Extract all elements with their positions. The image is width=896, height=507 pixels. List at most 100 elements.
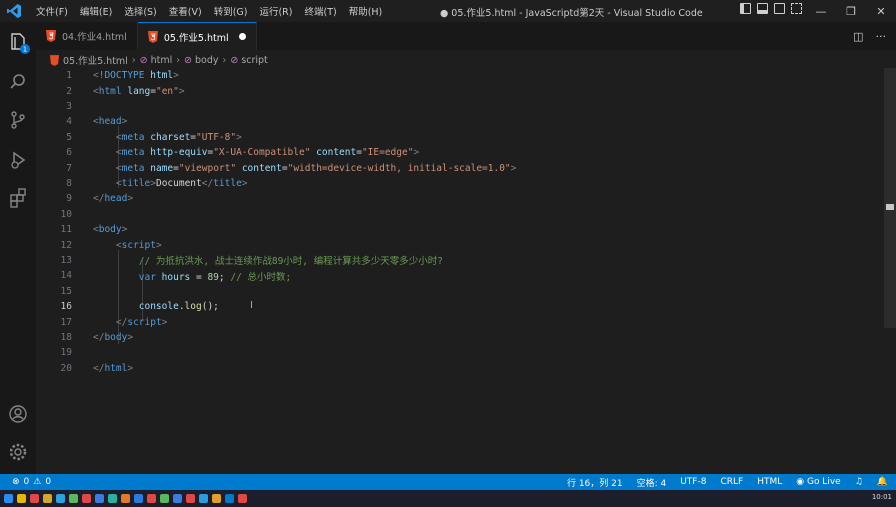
language-mode[interactable]: HTML (757, 477, 782, 487)
breadcrumb-script[interactable]: script (241, 55, 267, 66)
code-line: 4 <head> (66, 116, 128, 128)
notifications-bell-icon[interactable]: 🔔 (877, 477, 888, 487)
unsaved-dot-icon[interactable] (238, 33, 246, 40)
title-bar: 文件(F) 编辑(E) 选择(S) 查看(V) 转到(G) 运行(R) 终端(T… (0, 0, 896, 22)
accounts-icon[interactable] (6, 402, 30, 426)
tab-04-html[interactable]: 04.作业4.html (36, 22, 138, 50)
menu-selection[interactable]: 选择(S) (118, 4, 162, 18)
code-line-current: 16 console.log(); (60, 301, 219, 313)
element-icon: ⊘ (139, 54, 148, 66)
run-debug-icon[interactable] (6, 148, 30, 172)
taskbar-app-icon[interactable] (173, 494, 182, 503)
menu-edit[interactable]: 编辑(E) (74, 4, 118, 18)
toggle-panel-icon[interactable] (757, 3, 768, 14)
menu-terminal[interactable]: 终端(T) (298, 4, 342, 18)
code-line: 9 </head> (66, 193, 134, 205)
code-line: 3 (66, 100, 72, 112)
code-line: 6 <meta http-equiv="X-UA-Compatible" con… (66, 147, 420, 159)
more-actions-icon[interactable]: ··· (876, 30, 887, 43)
clock[interactable]: 10:01 (872, 493, 892, 501)
code-line: 18 </body> (60, 331, 134, 343)
go-live-button[interactable]: ◉ Go Live (796, 477, 840, 487)
explorer-icon[interactable]: 1 (6, 30, 30, 54)
error-count: 0 (23, 477, 30, 487)
windows-start-icon[interactable] (4, 494, 13, 503)
menu-bar: 文件(F) 编辑(E) 选择(S) 查看(V) 转到(G) 运行(R) 终端(T… (30, 4, 388, 18)
taskbar-app-icon[interactable] (160, 494, 169, 503)
menu-view[interactable]: 查看(V) (163, 4, 208, 18)
tab-05-html[interactable]: 05.作业5.html (137, 22, 257, 50)
taskbar-app-icon[interactable] (134, 494, 143, 503)
code-line: 11 <body> (60, 224, 128, 236)
scrollbar-cursor-marker (886, 204, 894, 210)
chevron-right-icon: › (176, 54, 181, 66)
code-line: 2 <html lang="en"> (66, 85, 185, 97)
taskbar-app-icon[interactable] (17, 494, 26, 503)
warning-icon: ⚠ (33, 477, 42, 487)
code-line: 15 (60, 285, 72, 297)
chevron-right-icon: › (222, 54, 227, 66)
split-editor-icon[interactable]: ◫ (853, 30, 863, 43)
code-line: 12 <script> (60, 239, 162, 251)
customize-layout-icon[interactable] (791, 3, 802, 14)
element-icon: ⊘ (184, 54, 193, 66)
feedback-icon[interactable]: ♫ (855, 477, 863, 487)
menu-help[interactable]: 帮助(H) (343, 4, 389, 18)
breadcrumb-body[interactable]: body (195, 55, 219, 66)
taskbar-app-icon[interactable] (238, 494, 247, 503)
system-tray: 10:01 (872, 493, 892, 501)
os-taskbar: 10:01 (0, 490, 896, 507)
extensions-icon[interactable] (6, 186, 30, 210)
end-of-line[interactable]: CRLF (720, 477, 743, 487)
taskbar-app-icon[interactable] (30, 494, 39, 503)
html5-file-icon (147, 30, 158, 43)
toggle-secondary-sidebar-icon[interactable] (774, 3, 785, 14)
warning-count: 0 (45, 477, 52, 487)
taskbar-app-icon[interactable] (69, 494, 78, 503)
menu-file[interactable]: 文件(F) (30, 4, 74, 18)
code-line: 5 <meta charset="UTF-8"> (66, 131, 242, 143)
cursor-position[interactable]: 行 16，列 21 (567, 476, 623, 489)
breadcrumb: 05.作业5.html › ⊘ html › ⊘ body › ⊘ script (50, 52, 268, 68)
vscode-logo-icon (7, 4, 21, 18)
menu-run[interactable]: 运行(R) (253, 4, 298, 18)
menu-go[interactable]: 转到(G) (208, 4, 254, 18)
code-editor[interactable]: 1 <!DOCTYPE html> 2 <html lang="en"> 3 4… (36, 68, 884, 474)
taskbar-app-icon[interactable] (199, 494, 208, 503)
taskbar-app-icon[interactable] (147, 494, 156, 503)
code-line: 20 </html> (60, 362, 134, 374)
status-bar: ⊗ 0 ⚠ 0 行 16，列 21 空格: 4 UTF-8 CRLF HTML … (0, 474, 896, 490)
html5-file-icon (50, 54, 59, 66)
svg-text:1: 1 (23, 46, 27, 54)
taskbar-app-icon[interactable] (186, 494, 195, 503)
taskbar-app-icon[interactable] (95, 494, 104, 503)
toggle-primary-sidebar-icon[interactable] (740, 3, 751, 14)
breadcrumb-html[interactable]: html (151, 55, 173, 66)
restore-icon[interactable]: ❐ (836, 0, 866, 22)
code-line: 8 <title>Document</title> (66, 177, 248, 189)
search-icon[interactable] (6, 70, 30, 94)
tab-label: 05.作业5.html (163, 32, 229, 44)
indentation[interactable]: 空格: 4 (637, 476, 667, 489)
taskbar-app-icon[interactable] (43, 494, 52, 503)
taskbar-vscode-icon[interactable] (225, 494, 234, 503)
breadcrumb-file[interactable]: 05.作业5.html (63, 53, 128, 67)
text-cursor-icon: I (250, 300, 253, 311)
scrollbar-thumb[interactable] (884, 68, 896, 328)
source-control-icon[interactable] (6, 108, 30, 132)
taskbar-app-icon[interactable] (56, 494, 65, 503)
taskbar-app-icon[interactable] (82, 494, 91, 503)
minimize-icon[interactable]: — (806, 0, 836, 22)
taskbar-app-icon[interactable] (212, 494, 221, 503)
taskbar-app-icon[interactable] (121, 494, 130, 503)
window-title: ● 05.作业5.html - JavaScriptd第2天 - Visual … (440, 8, 703, 19)
chevron-right-icon: › (131, 54, 136, 66)
tab-label: 04.作业4.html (62, 32, 127, 43)
code-line: 17 </script> (60, 316, 168, 328)
close-icon[interactable]: ✕ (866, 0, 896, 22)
encoding[interactable]: UTF-8 (680, 477, 706, 487)
taskbar-app-icon[interactable] (108, 494, 117, 503)
editor-tabs: 04.作业4.html 05.作业5.html (36, 22, 896, 50)
problems-indicator[interactable]: ⊗ 0 ⚠ 0 (0, 477, 51, 487)
settings-gear-icon[interactable] (6, 440, 30, 464)
